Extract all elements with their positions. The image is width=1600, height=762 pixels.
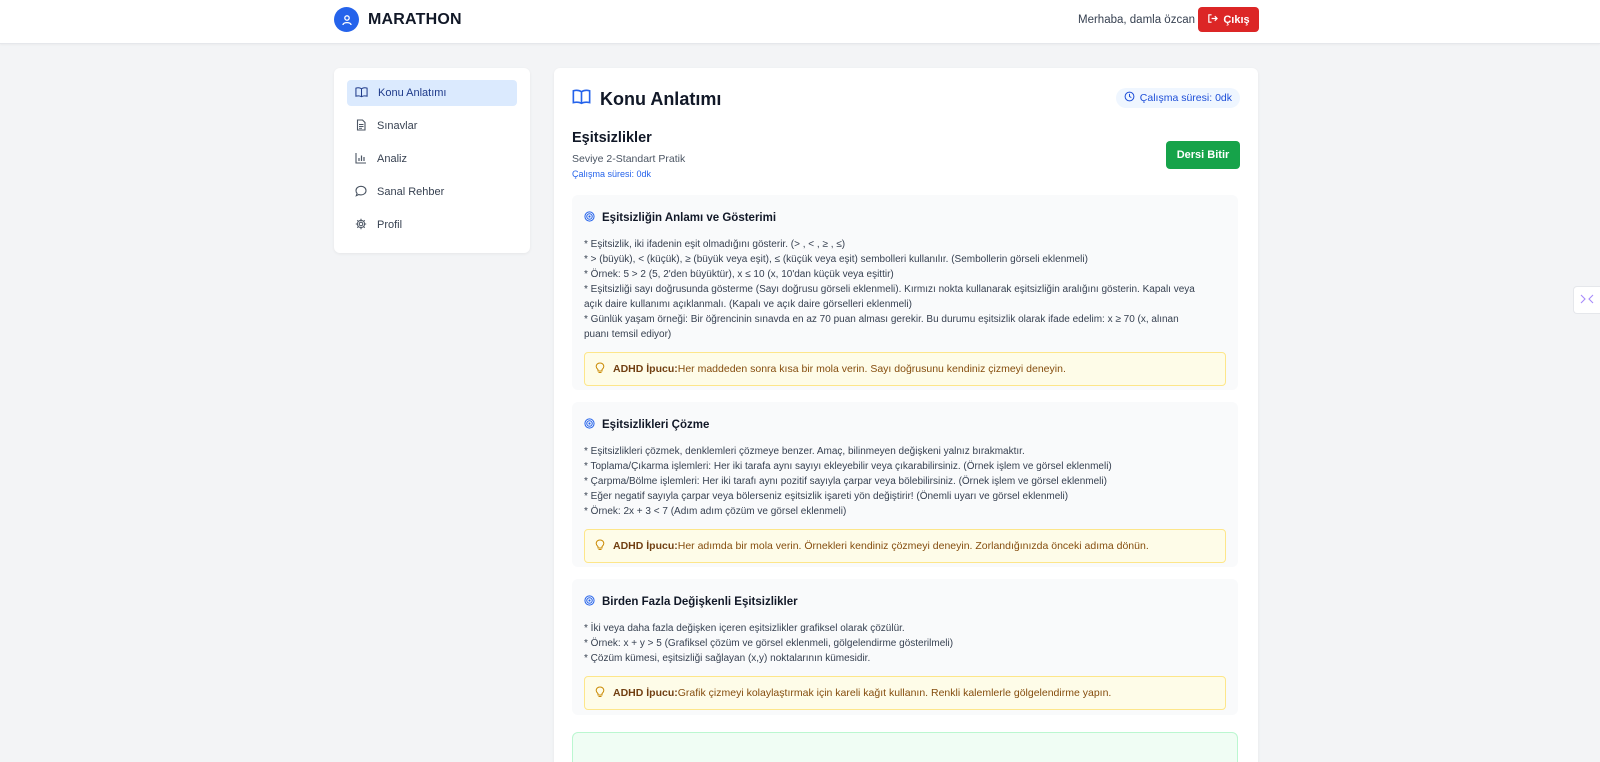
content-line: * Çözüm kümesi, eşitsizliği sağlayan (x,… — [584, 653, 871, 664]
tip-label: ADHD İpucu: — [613, 363, 678, 375]
content-section: Birden Fazla Değişkenli Eşitsizlikler * … — [572, 579, 1238, 715]
side-panel-toggle[interactable] — [1573, 286, 1600, 314]
top-navbar: MARATHON Merhaba, damla özcan Çıkış — [0, 0, 1600, 44]
adhd-tip: ADHD İpucu:Her adımda bir mola verin. Ör… — [584, 529, 1226, 563]
bar-chart-icon — [355, 152, 367, 167]
study-time-badge: Çalışma süresi: 0dk — [1115, 88, 1240, 108]
main-content: Konu Anlatımı Çalışma süresi: 0dk Eşitsi… — [554, 68, 1258, 762]
content-line: * Toplama/Çıkarma işlemleri: Her iki tar… — [584, 461, 1112, 472]
adhd-tip: ADHD İpucu:Her maddeden sonra kısa bir m… — [584, 352, 1226, 386]
sidebar-item-label: Konu Anlatımı — [378, 87, 447, 99]
section-header: Eşitsizlikleri Çözme — [584, 416, 1226, 434]
content-line: * Örnek: 5 > 2 (5, 2'den büyüktür), x ≤ … — [584, 269, 894, 280]
lesson-title: Eşitsizlikler — [572, 130, 652, 146]
logout-label: Çıkış — [1223, 13, 1250, 26]
sidebar-item-profil[interactable]: Profil — [347, 212, 517, 238]
lightbulb-icon — [595, 538, 605, 554]
content-line: * Örnek: x + y > 5 (Grafiksel çözüm ve g… — [584, 638, 954, 649]
content-line: * Eşitsizliği sayı doğrusunda gösterme (… — [584, 284, 1195, 295]
tip-text: Grafik çizmeyi kolaylaştırmak için karel… — [677, 687, 1112, 699]
target-icon — [584, 593, 595, 611]
lightbulb-icon — [595, 361, 605, 377]
content-line: puanı temsil ediyor) — [584, 329, 672, 340]
sidebar-item-label: Sınavlar — [377, 120, 418, 132]
sidebar-item-label: Analiz — [377, 153, 407, 165]
section-body: * Eşitsizlikleri çözmek, denklemleri çöz… — [584, 444, 1226, 519]
sidebar-item-label: Sanal Rehber — [377, 186, 445, 198]
brand[interactable]: MARATHON — [334, 7, 462, 32]
user-greeting: Merhaba, damla özcan — [1078, 14, 1195, 26]
section-title: Birden Fazla Değişkenli Eşitsizlikler — [602, 596, 798, 608]
content-line: * Günlük yaşam örneği: Bir öğrencinin sı… — [584, 314, 1179, 325]
sidebar-item-konu-anlatimi[interactable]: Konu Anlatımı — [347, 80, 517, 106]
logout-button[interactable]: Çıkış — [1198, 7, 1259, 32]
gear-icon — [355, 218, 367, 233]
target-icon — [584, 209, 595, 227]
page-header: Konu Anlatımı — [572, 88, 721, 110]
chat-bubble-icon — [355, 185, 367, 200]
target-icon — [584, 416, 595, 434]
content-section: Eşitsizlikleri Çözme * Eşitsizlikleri çö… — [572, 402, 1238, 567]
section-header: Eşitsizliğin Anlamı ve Gösterimi — [584, 209, 1226, 227]
book-icon — [572, 88, 591, 110]
content-line: * Eşitsizlik, iki ifadenin eşit olmadığı… — [584, 239, 846, 250]
section-body: * İki veya daha fazla değişken içeren eş… — [584, 621, 1226, 666]
section-title: Eşitsizliğin Anlamı ve Gösterimi — [602, 212, 777, 224]
book-icon — [355, 86, 368, 101]
lesson-study-time: Çalışma süresi: 0dk — [572, 169, 652, 179]
content-section: Eşitsizliğin Anlamı ve Gösterimi * Eşits… — [572, 195, 1238, 390]
content-line: * Eğer negatif sayıyla çarpar veya böler… — [584, 491, 1069, 502]
content-line: açık daire kullanımı açıklanmalı. (Kapal… — [584, 299, 912, 310]
tip-label: ADHD İpucu: — [613, 687, 678, 699]
content-line: * Çarpma/Bölme işlemleri: Her iki tarafı… — [584, 476, 1107, 487]
tip-text: Her maddeden sonra kısa bir mola verin. … — [677, 363, 1066, 375]
expand-icon — [1580, 291, 1594, 309]
content-line: * İki veya daha fazla değişken içeren eş… — [584, 623, 905, 634]
logout-icon — [1207, 13, 1219, 27]
sidebar: Konu Anlatımı Sınavlar Analiz Sanal Rehb… — [334, 68, 530, 253]
section-title: Eşitsizlikleri Çözme — [602, 419, 710, 431]
lightbulb-icon — [595, 685, 605, 701]
brand-name: MARATHON — [368, 10, 462, 28]
summary-box — [572, 732, 1238, 762]
content-line: * Örnek: 2x + 3 < 7 (Adım adım çözüm ve … — [584, 506, 847, 517]
user-icon — [334, 7, 359, 32]
adhd-tip: ADHD İpucu:Grafik çizmeyi kolaylaştırmak… — [584, 676, 1226, 710]
finish-lesson-button[interactable]: Dersi Bitir — [1166, 141, 1240, 169]
content-line: * Eşitsizlikleri çözmek, denklemleri çöz… — [584, 446, 1025, 457]
sidebar-item-analiz[interactable]: Analiz — [347, 146, 517, 172]
sidebar-item-sanal-rehber[interactable]: Sanal Rehber — [347, 179, 517, 205]
section-header: Birden Fazla Değişkenli Eşitsizlikler — [584, 593, 1226, 611]
section-body: * Eşitsizlik, iki ifadenin eşit olmadığı… — [584, 237, 1226, 342]
study-time-text: Çalışma süresi: 0dk — [1139, 92, 1232, 104]
tip-text: Her adımda bir mola verin. Örnekleri ken… — [677, 540, 1149, 552]
content-line: * > (büyük), < (küçük), ≥ (büyük veya eş… — [584, 254, 1088, 265]
sidebar-item-label: Profil — [377, 219, 403, 231]
clock-icon — [1124, 91, 1135, 105]
sidebar-item-sinavlar[interactable]: Sınavlar — [347, 113, 517, 139]
lesson-level: Seviye 2-Standart Pratik — [572, 153, 686, 165]
document-icon — [355, 118, 367, 134]
tip-label: ADHD İpucu: — [613, 540, 678, 552]
page-title: Konu Anlatımı — [600, 88, 722, 109]
